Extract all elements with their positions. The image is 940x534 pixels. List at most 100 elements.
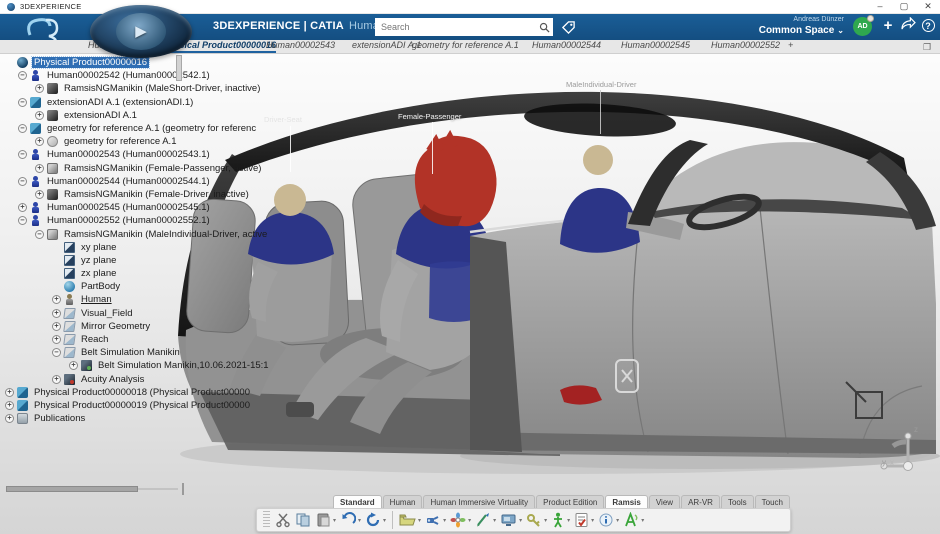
tree-item[interactable]: xy plane	[2, 241, 198, 254]
tree-item[interactable]: −Human00002544 (Human00002544.1)	[2, 175, 198, 188]
tree-item[interactable]: +RamsisNGManikin (Female-Driver, inactiv…	[2, 188, 198, 201]
tree-item[interactable]: +Reach	[2, 333, 198, 346]
space-selector[interactable]: Common Space⌄	[759, 24, 844, 37]
restore-layout-icon[interactable]: ❐	[920, 41, 934, 53]
annotation-button[interactable]: ▾	[622, 511, 645, 529]
tree-item[interactable]: +Acuity Analysis	[2, 373, 198, 386]
dock-tab-ar-vr[interactable]: AR-VR	[681, 495, 720, 508]
new-tab-button[interactable]: +	[788, 40, 793, 53]
tree-item[interactable]: −geometry for reference A.1 (geometry fo…	[2, 122, 198, 135]
update-button[interactable]: ▾	[364, 511, 387, 529]
add-content-button[interactable]: +	[878, 16, 898, 36]
tab-human00002545[interactable]: Human00002545	[621, 40, 690, 53]
expand-icon[interactable]: +	[52, 375, 61, 384]
dock-handle[interactable]	[263, 511, 270, 529]
expand-icon[interactable]: +	[52, 295, 61, 304]
collapse-icon[interactable]: −	[18, 124, 27, 133]
tree-item-root[interactable]: Physical Product00000016	[2, 56, 198, 69]
tree-item[interactable]: zx plane	[2, 267, 198, 280]
search-icon[interactable]	[535, 18, 553, 36]
tab-human00002544[interactable]: Human00002544	[532, 40, 601, 53]
tree-item[interactable]: +RamsisNGManikin (Female-Passenger, acti…	[2, 162, 198, 175]
connect-button[interactable]: ▾	[424, 511, 447, 529]
dock-tab-tools[interactable]: Tools	[721, 495, 754, 508]
expand-icon[interactable]: +	[35, 84, 44, 93]
tree-item[interactable]: +Belt Simulation Manikin,10.06.2021-15:1	[2, 359, 198, 372]
expand-icon[interactable]: +	[52, 309, 61, 318]
info-button[interactable]: ▾	[597, 511, 620, 529]
paste-button[interactable]: ▾	[314, 511, 337, 529]
collapse-icon[interactable]: −	[18, 71, 27, 80]
sketch-button[interactable]: ▾	[474, 511, 497, 529]
cut-button[interactable]	[274, 511, 292, 529]
copy-button[interactable]	[294, 511, 312, 529]
dock-tab-touch[interactable]: Touch	[755, 495, 790, 508]
tree-vertical-scrollbar[interactable]	[176, 55, 182, 81]
avatar[interactable]: AD	[853, 17, 872, 36]
minimize-button[interactable]: –	[868, 0, 892, 14]
tree-horizontal-scrollbar[interactable]	[6, 486, 184, 492]
expand-icon[interactable]: +	[35, 190, 44, 199]
tree-item[interactable]: +Mirror Geometry	[2, 320, 198, 333]
dock-tab-human-immersive-virtuality[interactable]: Human Immersive Virtuality	[423, 495, 535, 508]
expand-icon[interactable]: +	[5, 414, 14, 423]
scrollbar-thumb[interactable]	[6, 486, 138, 492]
dock-tab-view[interactable]: View	[649, 495, 680, 508]
tree-item[interactable]: +RamsisNGManikin (MaleShort-Driver, inac…	[2, 82, 198, 95]
compass-tools-button[interactable]: ▾	[449, 511, 472, 529]
tree-item[interactable]: −Human00002552 (Human00002552.1)	[2, 214, 198, 227]
close-button[interactable]: ✕	[916, 0, 940, 14]
tab-geometry-for-reference[interactable]: geometry for reference A.1	[412, 40, 519, 53]
dock-tab-human[interactable]: Human	[383, 495, 423, 508]
expand-icon[interactable]: +	[35, 111, 44, 120]
dock-tab-ramsis[interactable]: Ramsis	[605, 495, 647, 508]
dock-tab-product-edition[interactable]: Product Edition	[536, 495, 604, 508]
maximize-button[interactable]: ▢	[892, 0, 916, 14]
tag-filter-icon[interactable]	[558, 17, 578, 37]
tree-item[interactable]: −Human00002543 (Human00002543.1)	[2, 148, 198, 161]
tree-item[interactable]: +Physical Product00000018 (Physical Prod…	[2, 386, 198, 399]
key-button[interactable]: ▾	[525, 511, 548, 529]
display-button[interactable]: ▾	[499, 511, 523, 529]
expand-icon[interactable]: +	[18, 203, 27, 212]
tree-item[interactable]: PartBody	[2, 280, 198, 293]
expand-icon[interactable]: +	[5, 401, 14, 410]
checklist-button[interactable]: ▾	[573, 511, 595, 529]
expand-icon[interactable]: +	[35, 164, 44, 173]
collapse-icon[interactable]: −	[18, 216, 27, 225]
search-input[interactable]	[375, 19, 535, 35]
navigation-compass[interactable]: ▶	[90, 5, 192, 58]
collapse-icon[interactable]: −	[18, 177, 27, 186]
tree-item[interactable]: −RamsisNGManikin (MaleIndividual-Driver,…	[2, 227, 198, 240]
tree-item[interactable]: +Human	[2, 293, 198, 306]
collapse-icon[interactable]: −	[35, 230, 44, 239]
collapse-icon[interactable]: −	[52, 348, 61, 357]
expand-icon[interactable]: +	[52, 322, 61, 331]
expand-icon[interactable]: +	[5, 388, 14, 397]
expand-icon[interactable]: +	[69, 361, 78, 370]
tree-item[interactable]: −Human00002542 (Human00002542.1)	[2, 69, 198, 82]
tree-item[interactable]: +Visual_Field	[2, 307, 198, 320]
undo-button[interactable]: ▾	[339, 511, 362, 529]
tree-item[interactable]: −Belt Simulation Manikin	[2, 346, 198, 359]
manikin-button[interactable]: ▾	[550, 511, 571, 529]
viewport[interactable]: Driver-Seat Female-Passenger MaleIndivid…	[0, 54, 940, 534]
expand-icon[interactable]: +	[52, 335, 61, 344]
collapse-icon[interactable]: −	[18, 98, 27, 107]
tree-item[interactable]: +Physical Product00000019 (Physical Prod…	[2, 399, 198, 412]
tree-item[interactable]: +extensionADI A.1	[2, 109, 198, 122]
tree-item[interactable]: +geometry for reference A.1	[2, 135, 198, 148]
tab-extensionadi[interactable]: extensionADI A.1	[352, 40, 421, 53]
dock-tab-standard[interactable]: Standard	[333, 495, 382, 508]
open-button[interactable]: ▾	[398, 511, 422, 529]
expand-icon[interactable]: +	[35, 137, 44, 146]
tree-item[interactable]: yz plane	[2, 254, 198, 267]
tree-item[interactable]: +Publications	[2, 412, 198, 425]
tab-human00002552[interactable]: Human00002552	[711, 40, 780, 53]
collapse-icon[interactable]: −	[18, 150, 27, 159]
help-button[interactable]: ?	[918, 16, 938, 36]
share-icon[interactable]	[898, 16, 918, 36]
tree-item[interactable]: −extensionADI A.1 (extensionADI.1)	[2, 96, 198, 109]
tree-item[interactable]: +Human00002545 (Human00002545.1)	[2, 201, 198, 214]
user-cluster[interactable]: Andreas Dünzer Common Space⌄	[759, 16, 844, 37]
